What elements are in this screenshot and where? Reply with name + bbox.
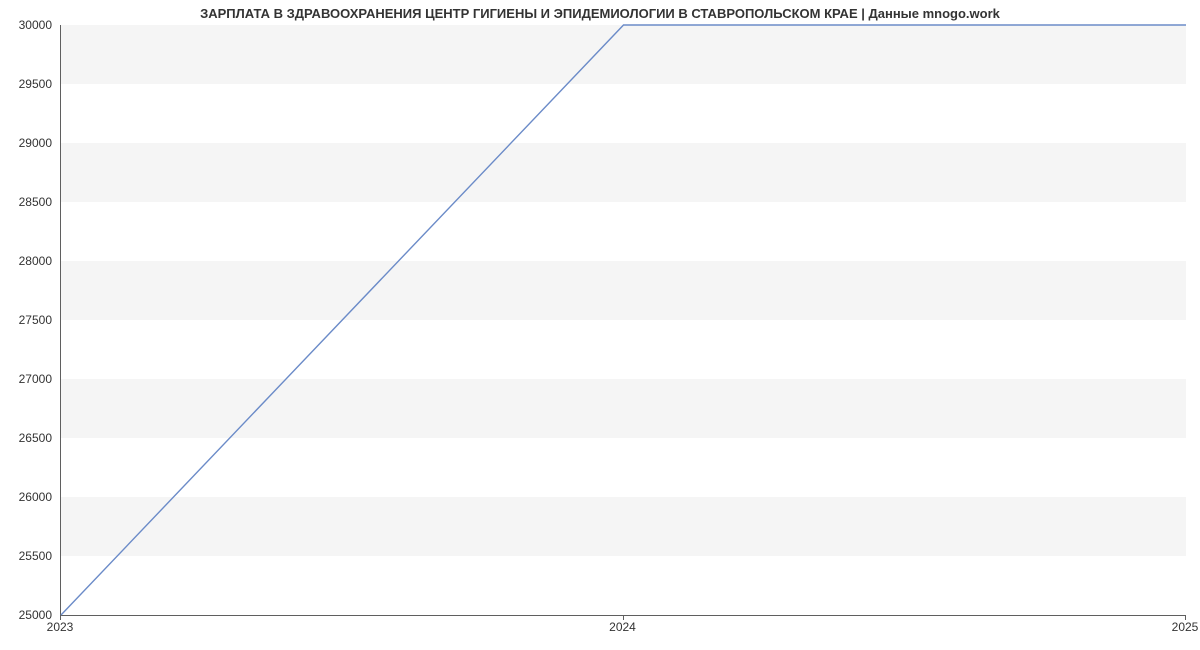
- plot-area: [60, 25, 1186, 616]
- series-line: [61, 25, 1186, 615]
- x-tick-label: 2024: [609, 620, 636, 634]
- y-tick-label: 30000: [19, 18, 52, 32]
- y-tick-label: 26500: [19, 431, 52, 445]
- y-tick-label: 25500: [19, 549, 52, 563]
- x-tick-label: 2025: [1172, 620, 1199, 634]
- y-tick-label: 27000: [19, 372, 52, 386]
- chart-title: ЗАРПЛАТА В ЗДРАВООХРАНЕНИЯ ЦЕНТР ГИГИЕНЫ…: [0, 6, 1200, 21]
- line-series: [61, 25, 1186, 615]
- y-tick-label: 28000: [19, 254, 52, 268]
- x-tick-label: 2023: [47, 620, 74, 634]
- y-tick-label: 26000: [19, 490, 52, 504]
- chart-container: ЗАРПЛАТА В ЗДРАВООХРАНЕНИЯ ЦЕНТР ГИГИЕНЫ…: [0, 0, 1200, 650]
- y-tick-label: 29000: [19, 136, 52, 150]
- y-tick-label: 29500: [19, 77, 52, 91]
- y-tick-label: 28500: [19, 195, 52, 209]
- y-tick-label: 27500: [19, 313, 52, 327]
